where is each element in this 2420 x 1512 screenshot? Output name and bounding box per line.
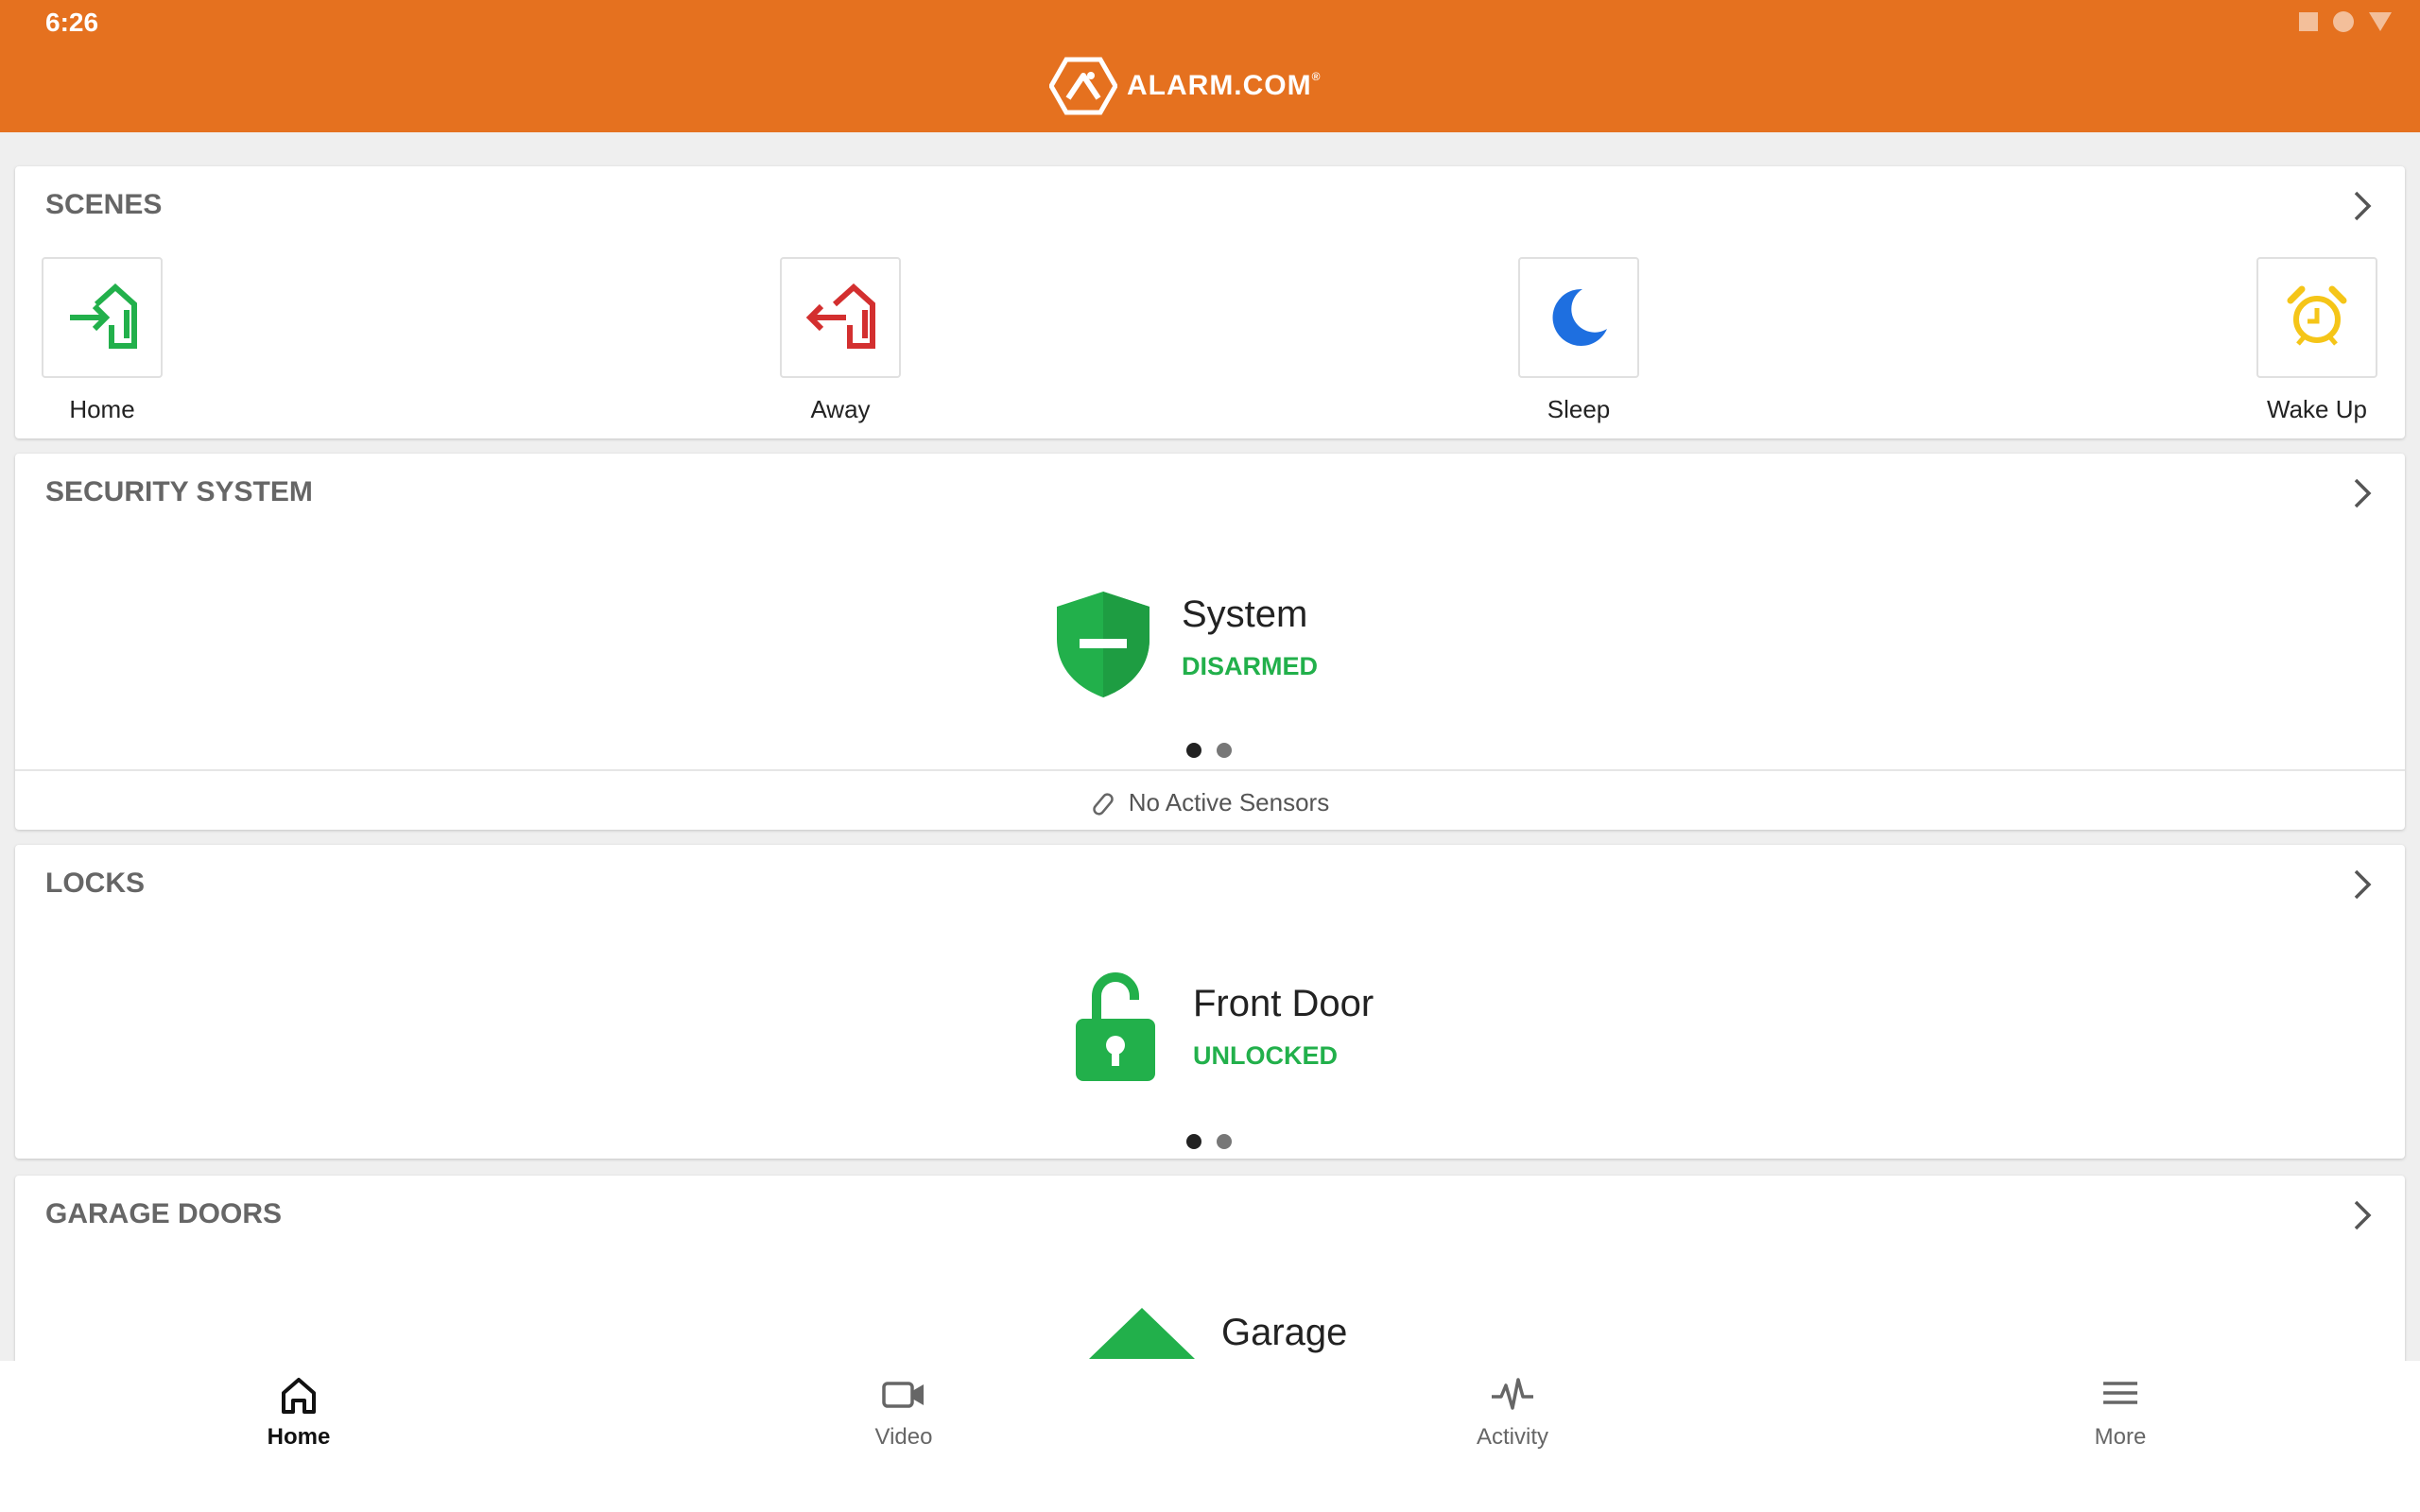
security-card: SECURITY SYSTEM System DISARMED No Activ… [15, 454, 2405, 830]
video-camera-icon [882, 1382, 924, 1408]
scene-away-label: Away [810, 395, 871, 423]
nav-home[interactable]: Home [195, 1374, 403, 1451]
home-icon [282, 1378, 316, 1414]
alarm-clock-icon [2287, 285, 2347, 346]
nav-more[interactable]: More [2016, 1374, 2224, 1451]
security-pager[interactable] [1186, 743, 1232, 758]
scene-home-label: Home [69, 395, 135, 423]
moon-icon [1552, 288, 1607, 346]
scenes-card: SCENES Home Away Sleep Wake Up [15, 166, 2405, 438]
scene-wakeup-label: Wake Up [2267, 395, 2367, 423]
recents-icon [2299, 12, 2318, 31]
garage-title: GARAGE DOORS [45, 1198, 283, 1229]
sensor-icon [1093, 793, 1114, 816]
back-icon [2369, 12, 2392, 31]
security-device-name: System [1182, 593, 1308, 635]
leave-home-icon [805, 284, 875, 349]
nav-video-label: Video [874, 1424, 933, 1450]
status-time: 6:26 [45, 8, 99, 37]
menu-icon [2103, 1382, 2137, 1404]
alarm-logo-icon [1049, 57, 1117, 115]
arrive-home-icon [70, 284, 137, 349]
garage-door-icon[interactable] [1085, 1304, 1199, 1361]
app-bar: 6:26 ALARM.COM® [0, 0, 2420, 132]
scene-away-button[interactable] [780, 257, 901, 378]
chevron-right-icon[interactable] [2344, 187, 2382, 225]
scenes-title: SCENES [45, 189, 163, 220]
pager-dot[interactable] [1186, 1134, 1201, 1149]
scene-sleep-button[interactable] [1518, 257, 1639, 378]
garage-device-name: Garage [1221, 1312, 1348, 1353]
nav-activity[interactable]: Activity [1409, 1374, 1616, 1451]
scene-home-button[interactable] [42, 257, 163, 378]
pager-dot[interactable] [1217, 743, 1232, 758]
unlocked-padlock-icon[interactable] [1070, 971, 1161, 1085]
brand-logo: ALARM.COM® [1049, 57, 1321, 115]
active-sensors-label: No Active Sensors [1128, 788, 1330, 816]
lock-device-name: Front Door [1193, 983, 1374, 1024]
locks-title: LOCKS [45, 868, 145, 899]
security-status: DISARMED [1182, 652, 1319, 680]
scene-wakeup-button[interactable] [2256, 257, 2377, 378]
bottom-navigation: Home Video Activity More [0, 1361, 2420, 1512]
system-status-icons [2299, 11, 2392, 32]
chevron-right-icon[interactable] [2344, 1196, 2382, 1234]
nav-more-label: More [2094, 1424, 2147, 1450]
chevron-right-icon[interactable] [2344, 474, 2382, 512]
nav-home-label: Home [267, 1424, 331, 1450]
pager-dot[interactable] [1217, 1134, 1232, 1149]
nav-activity-label: Activity [1476, 1424, 1548, 1450]
pager-dot[interactable] [1186, 743, 1201, 758]
security-title: SECURITY SYSTEM [45, 476, 313, 507]
active-sensors-row[interactable]: No Active Sensors [15, 788, 2405, 817]
locks-pager[interactable] [1186, 1134, 1232, 1149]
chevron-right-icon[interactable] [2344, 866, 2382, 903]
divider [15, 769, 2405, 771]
lock-status: UNLOCKED [1193, 1041, 1338, 1070]
home-circle-icon [2333, 11, 2354, 32]
locks-card: LOCKS Front Door UNLOCKED [15, 845, 2405, 1159]
scene-sleep-label: Sleep [1547, 395, 1611, 423]
activity-icon [1492, 1378, 1533, 1410]
brand-name: ALARM.COM® [1127, 70, 1322, 101]
shield-disarmed-icon[interactable] [1051, 588, 1155, 699]
nav-video[interactable]: Video [800, 1374, 1008, 1451]
